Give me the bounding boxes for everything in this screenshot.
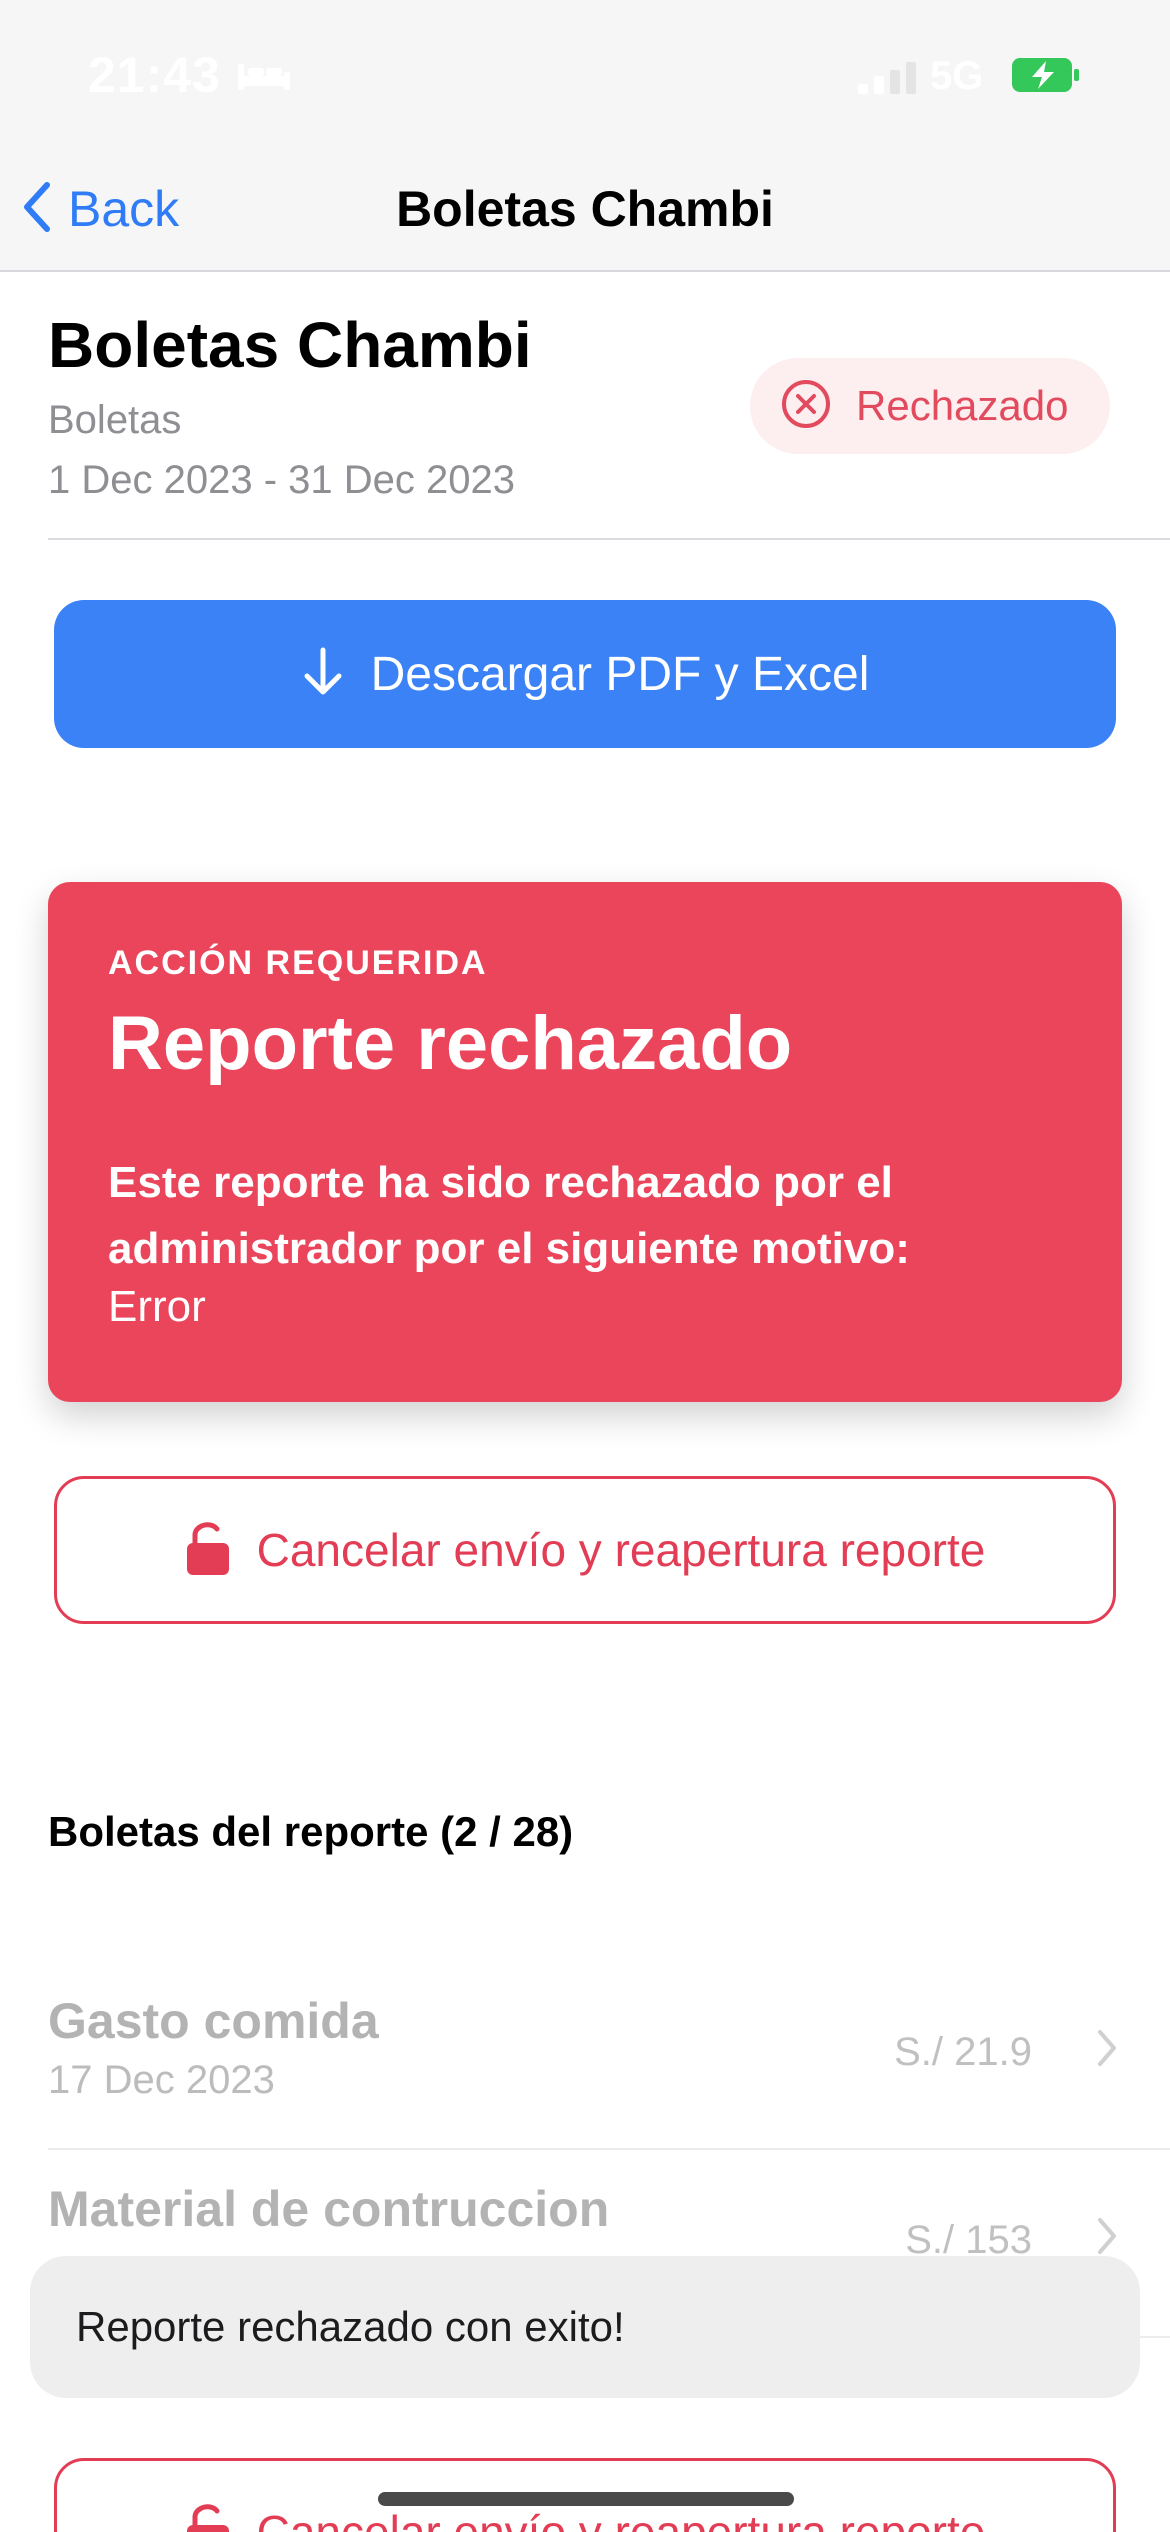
signal-icon: [858, 62, 920, 99]
download-button-label: Descargar PDF y Excel: [370, 647, 870, 701]
unlock-icon: [185, 2501, 231, 2532]
home-indicator[interactable]: [378, 2492, 794, 2506]
item-amount: S./ 21.9: [894, 2030, 1032, 2074]
report-date-range: 1 Dec 2023 - 31 Dec 2023: [48, 458, 515, 502]
reopen-report-button[interactable]: Cancelar envío y reapertura reporte: [54, 1476, 1116, 1624]
item-title: Gasto comida: [48, 1993, 379, 2049]
status-time: 21:43: [88, 47, 221, 103]
network-type: 5G: [930, 54, 984, 98]
battery-charging-icon: [1012, 58, 1080, 97]
status-badge-label: Rechazado: [856, 382, 1069, 429]
report-title: Boletas Chambi: [48, 309, 532, 381]
x-circle-icon: [780, 378, 832, 435]
success-toast: Reporte rechazado con exito!: [30, 2256, 1140, 2398]
item-title: Material de contruccion: [48, 2181, 610, 2237]
rejection-alert-card: ACCIÓN REQUERIDA Reporte rechazado Este …: [48, 882, 1122, 1402]
toast-message: Reporte rechazado con exito!: [76, 2303, 625, 2350]
bed-icon: [236, 58, 292, 97]
download-pdf-excel-button[interactable]: Descargar PDF y Excel: [54, 600, 1116, 748]
alert-title: Reporte rechazado: [108, 1001, 793, 1086]
status-badge: Rechazado: [750, 358, 1110, 454]
alert-body: Este reporte ha sido rechazado por el ad…: [108, 1158, 910, 1273]
item-date: 17 Dec 2023: [48, 2058, 275, 2102]
screen: 21:43 5G Back Boletas Chambi Boletas Cha…: [0, 0, 1170, 2532]
arrow-down-icon: [301, 646, 345, 703]
navigation-bar: Back Boletas Chambi: [0, 150, 1170, 272]
divider: [48, 538, 1170, 540]
alert-kicker: ACCIÓN REQUERIDA: [108, 944, 488, 982]
reopen-button-label: Cancelar envío y reapertura reporte: [256, 1524, 986, 1576]
report-category: Boletas: [48, 398, 182, 442]
nav-title: Boletas Chambi: [396, 181, 774, 237]
unlock-icon: [185, 1519, 231, 1582]
alert-reason: Error: [108, 1282, 206, 1331]
list-item[interactable]: Gasto comida 17 Dec 2023 S./ 21.9: [48, 1962, 1170, 2150]
status-bar: 21:43 5G: [0, 0, 1170, 150]
receipts-section-title: Boletas del reporte (2 / 28): [48, 1808, 574, 1855]
chevron-right-icon: [1096, 2216, 1118, 2261]
chevron-right-icon: [1096, 2028, 1118, 2073]
reopen-button-label: Cancelar envío y reapertura reporte: [256, 2506, 986, 2532]
